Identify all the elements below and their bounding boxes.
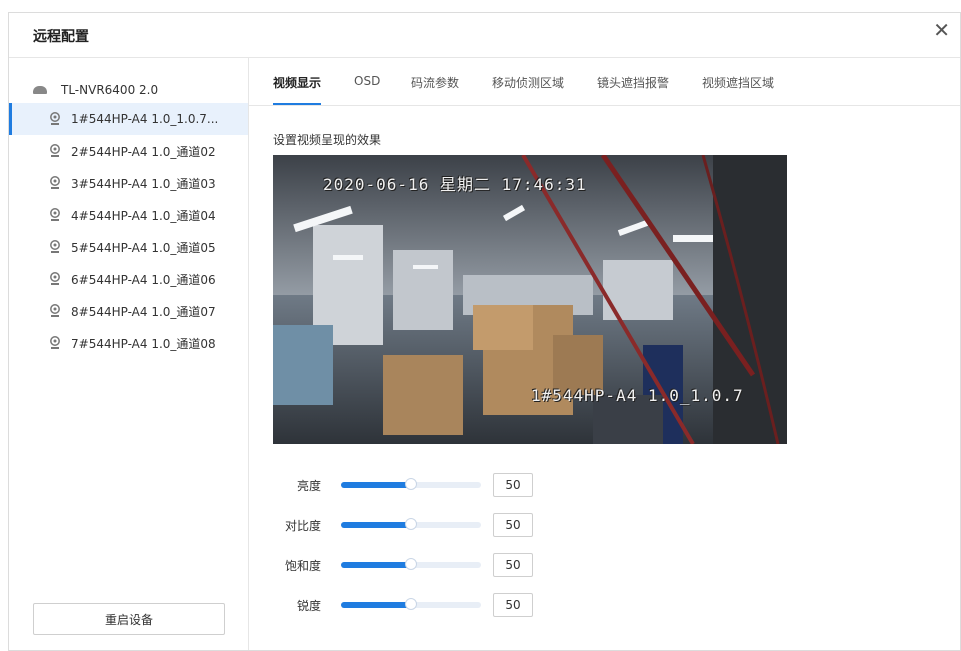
channel-label: 4#544HP-A4 1.0_通道04 <box>71 208 216 223</box>
channel-label: 6#544HP-A4 1.0_通道06 <box>71 272 216 287</box>
section-label: 设置视频呈现的效果 <box>273 133 382 147</box>
channel-item-7[interactable]: 8#544HP-A4 1.0_通道07 <box>9 295 248 327</box>
tab-motion-detection-area[interactable]: 移动侦测区域 <box>492 74 564 91</box>
tab-video-display[interactable]: 视频显示 <box>273 74 322 105</box>
camera-icon <box>50 144 60 157</box>
channel-label: 7#544HP-A4 1.0_通道08 <box>71 336 216 351</box>
camera-icon <box>50 272 60 285</box>
contrast-row: 对比度 <box>273 513 533 537</box>
restart-device-button[interactable]: 重启设备 <box>33 603 225 635</box>
tab-stream-params[interactable]: 码流参数 <box>411 74 459 91</box>
contrast-slider[interactable] <box>341 518 481 530</box>
channel-label: 1#544HP-A4 1.0_1.0.7... <box>71 112 219 126</box>
channel-label: 3#544HP-A4 1.0_通道03 <box>71 176 216 191</box>
tab-osd[interactable]: OSD <box>354 74 380 88</box>
sharpness-row: 锐度 <box>273 593 533 617</box>
camera-icon <box>50 304 60 317</box>
slider-fill <box>341 482 411 488</box>
brightness-slider[interactable] <box>341 478 481 490</box>
channel-label: 8#544HP-A4 1.0_通道07 <box>71 304 216 319</box>
video-preview: 2020-06-16 星期二 17:46:31 1#544HP-A4 1.0_1… <box>273 155 787 444</box>
device-name: TL-NVR6400 2.0 <box>61 83 159 97</box>
main-panel: 视频显示 OSD 码流参数 移动侦测区域 镜头遮挡报警 视频遮挡区域 设置视频呈… <box>249 58 960 650</box>
channel-item-5[interactable]: 5#544HP-A4 1.0_通道05 <box>9 231 248 263</box>
contrast-label: 对比度 <box>284 518 321 533</box>
camera-icon <box>50 240 60 253</box>
camera-icon <box>50 176 60 189</box>
osd-timestamp: 2020-06-16 星期二 17:46:31 <box>323 175 587 194</box>
channel-label: 5#544HP-A4 1.0_通道05 <box>71 240 216 255</box>
dialog-title: 远程配置 <box>33 29 89 45</box>
nvr-icon <box>33 86 47 94</box>
channel-item-6[interactable]: 6#544HP-A4 1.0_通道06 <box>9 263 248 295</box>
tab-bar: 视频显示 OSD 码流参数 移动侦测区域 镜头遮挡报警 视频遮挡区域 <box>249 58 960 106</box>
channel-item-2[interactable]: 2#544HP-A4 1.0_通道02 <box>9 135 248 167</box>
slider-handle[interactable] <box>405 478 417 490</box>
saturation-input[interactable] <box>493 553 533 577</box>
sharpness-input[interactable] <box>493 593 533 617</box>
channel-item-3[interactable]: 3#544HP-A4 1.0_通道03 <box>9 167 248 199</box>
sharpness-label: 锐度 <box>296 598 321 613</box>
brightness-row: 亮度 <box>273 473 533 497</box>
slider-handle[interactable] <box>405 518 417 530</box>
remote-config-dialog: 远程配置 ✕ TL-NVR6400 2.0 1#544HP-A4 1.0_1.0… <box>8 12 961 651</box>
tab-video-mask-area[interactable]: 视频遮挡区域 <box>702 74 774 91</box>
device-node[interactable]: TL-NVR6400 2.0 <box>33 80 158 100</box>
contrast-input[interactable] <box>493 513 533 537</box>
sidebar: TL-NVR6400 2.0 1#544HP-A4 1.0_1.0.7... 2… <box>9 58 249 650</box>
channel-item-8[interactable]: 7#544HP-A4 1.0_通道08 <box>9 327 248 359</box>
channel-list: 1#544HP-A4 1.0_1.0.7... 2#544HP-A4 1.0_通… <box>9 103 248 359</box>
brightness-input[interactable] <box>493 473 533 497</box>
channel-label: 2#544HP-A4 1.0_通道02 <box>71 144 216 159</box>
slider-fill <box>341 522 411 528</box>
close-icon[interactable]: ✕ <box>933 18 950 42</box>
slider-handle[interactable] <box>405 558 417 570</box>
camera-icon <box>50 112 60 125</box>
saturation-label: 饱和度 <box>284 558 321 573</box>
sharpness-slider[interactable] <box>341 598 481 610</box>
channel-item-1[interactable]: 1#544HP-A4 1.0_1.0.7... <box>9 103 248 135</box>
title-bar: 远程配置 ✕ <box>9 13 960 58</box>
slider-fill <box>341 562 411 568</box>
saturation-row: 饱和度 <box>273 553 533 577</box>
slider-handle[interactable] <box>405 598 417 610</box>
camera-icon <box>50 336 60 349</box>
brightness-label: 亮度 <box>296 478 321 493</box>
tab-lens-occlusion-alarm[interactable]: 镜头遮挡报警 <box>597 74 669 91</box>
saturation-slider[interactable] <box>341 558 481 570</box>
osd-channel-name: 1#544HP-A4 1.0_1.0.7 <box>531 386 744 405</box>
channel-item-4[interactable]: 4#544HP-A4 1.0_通道04 <box>9 199 248 231</box>
camera-icon <box>50 208 60 221</box>
slider-fill <box>341 602 411 608</box>
